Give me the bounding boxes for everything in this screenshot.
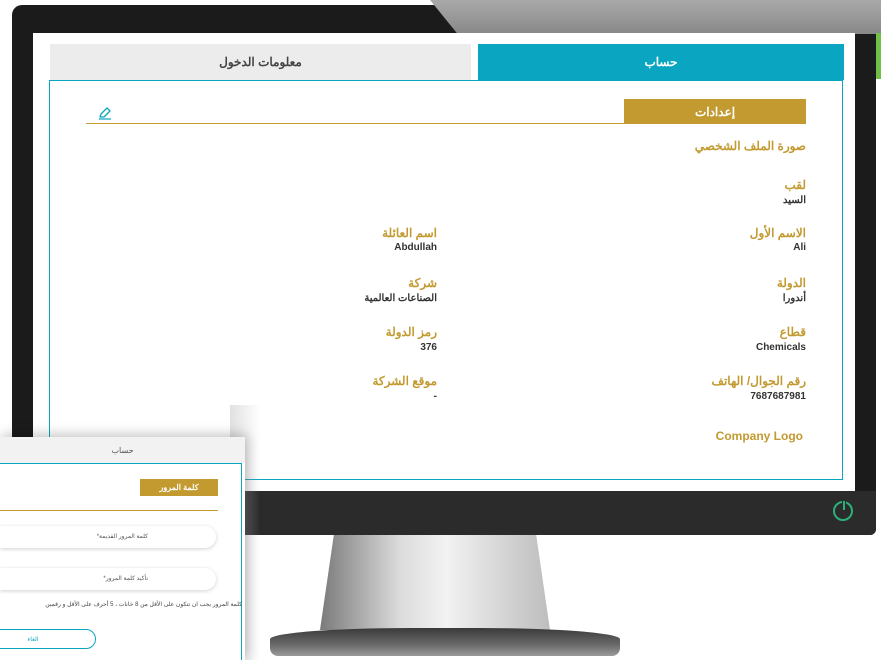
settings-header: إعدادات	[624, 99, 806, 124]
sector-label: قطاع	[779, 325, 806, 339]
password-help-text: كلمة المرور يجب ان تتكون على الأقل من 8 …	[45, 602, 242, 608]
pencil-icon[interactable]	[98, 106, 112, 120]
password-card: حساب	[0, 437, 245, 660]
monitor-stand	[320, 535, 550, 630]
family-name-label: اسم العائلة	[382, 226, 437, 240]
company-website-label: موقع الشركة	[372, 374, 437, 388]
country-label: الدولة	[776, 276, 806, 290]
country-value: أندورا	[782, 293, 806, 304]
tab-login-info[interactable]: معلومات الدخول	[50, 44, 471, 80]
sector-value: Chemicals	[755, 342, 806, 353]
cancel-button[interactable]: الغاء	[0, 629, 96, 649]
first-name-value: Ali	[793, 242, 806, 253]
company-logo-label: Company Logo	[715, 429, 803, 443]
phone-value: 7687687981	[750, 391, 806, 402]
password-card-header: حساب	[0, 437, 245, 463]
family-name-value: Abdullah	[394, 242, 437, 253]
phone-label: رقم الجوال/ الهاتف	[711, 374, 806, 388]
power-icon[interactable]	[833, 500, 853, 521]
monitor-highlight	[430, 0, 881, 34]
company-website-value: -	[433, 391, 437, 402]
profile-picture-label: صورة الملف الشخصي	[694, 139, 806, 153]
confirm-password-field[interactable]: تأكيد كلمة المرور*	[0, 568, 216, 590]
password-divider	[0, 510, 218, 511]
monitor-base	[270, 628, 620, 656]
green-accent	[876, 33, 881, 79]
country-code-value: 376	[420, 342, 437, 353]
old-password-field[interactable]: كلمة المرور القديمة*	[0, 526, 216, 548]
title-label: لقب	[784, 178, 806, 192]
first-name-label: الاسم الأول	[749, 226, 806, 240]
company-label: شركة	[408, 276, 437, 290]
country-code-label: رمز الدولة	[385, 325, 437, 339]
title-value: السيد	[782, 195, 806, 206]
company-value: الصناعات العالمية	[364, 293, 437, 304]
tab-account[interactable]: حساب	[478, 44, 844, 80]
password-tab: كلمة المرور	[140, 479, 218, 496]
